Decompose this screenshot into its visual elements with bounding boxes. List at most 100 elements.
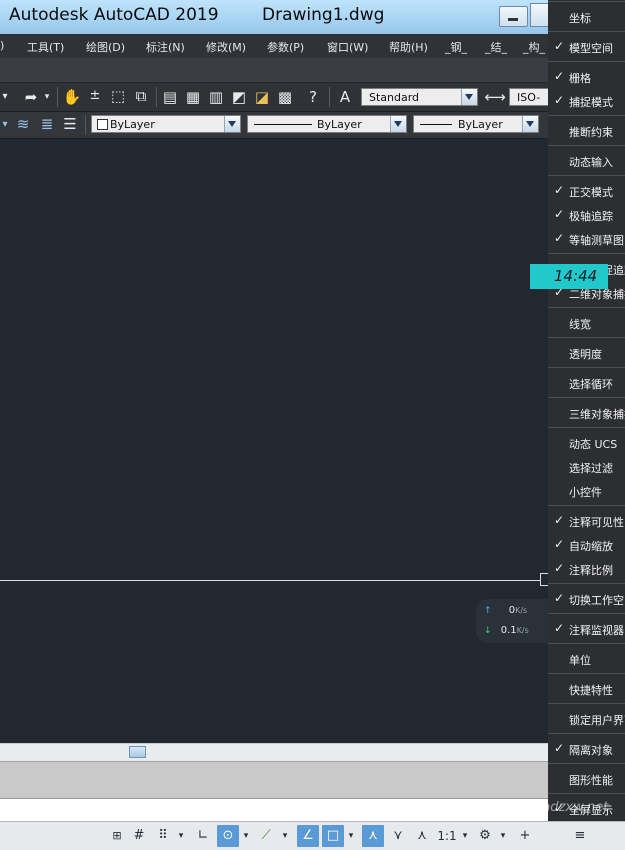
isodraft-dropdown-icon[interactable]: ▾ xyxy=(279,825,291,847)
checkmark-icon: ✓ xyxy=(554,231,565,245)
menu-item-structure[interactable]: _结_ xyxy=(485,39,507,55)
menu-item-construct[interactable]: _构_ xyxy=(523,39,545,55)
menu-item[interactable]: 锁定用户界面 xyxy=(548,707,625,731)
menu-item[interactable]: ✓ 极轴追踪 xyxy=(548,203,625,227)
polar-dropdown-icon[interactable]: ▾ xyxy=(240,825,252,847)
menu-item-modify[interactable]: 修改(M) xyxy=(206,39,246,55)
menu-item[interactable]: 三维对象捕捉 xyxy=(548,401,625,425)
menu-item[interactable]: 快捷特性 xyxy=(548,677,625,701)
checkmark-icon: ✓ xyxy=(554,513,565,527)
object-snap-tracking-icon[interactable]: ∠ xyxy=(297,825,319,847)
polar-tracking-icon[interactable]: ⊙ xyxy=(217,825,239,847)
menu-item-tools[interactable]: 工具(T) xyxy=(27,39,64,55)
linetype-value: ByLayer xyxy=(317,118,362,131)
zoom-window-icon[interactable]: ⬚ xyxy=(108,87,128,105)
drawing-area[interactable] xyxy=(0,139,548,743)
pan-icon[interactable]: ✋ xyxy=(62,88,82,106)
help-icon[interactable]: ? xyxy=(302,88,324,106)
minimize-button[interactable] xyxy=(499,6,528,27)
grid-icon[interactable]: # xyxy=(128,825,150,847)
ortho-icon[interactable]: ∟ xyxy=(193,825,213,847)
menu-item[interactable]: ✓ 注释监视器 xyxy=(548,617,625,641)
command-input[interactable] xyxy=(0,798,548,822)
text-style-dropdown[interactable]: Standard xyxy=(361,88,478,106)
properties-icon[interactable]: ▤ xyxy=(160,88,180,106)
menu-item-partial[interactable]: ) xyxy=(0,39,4,52)
make-current-layer-icon[interactable]: ≣ xyxy=(37,115,57,133)
chevron-down-icon xyxy=(390,116,406,132)
annotation-scale-icon[interactable]: ⋏ xyxy=(411,825,433,847)
horizontal-scrollbar[interactable] xyxy=(0,743,548,761)
menu-item[interactable]: ✓ 等轴测草图 xyxy=(548,227,625,251)
menu-item-label: 线宽 xyxy=(569,318,591,331)
dropdown-arrow-icon[interactable]: ▾ xyxy=(0,116,10,134)
menu-item[interactable]: ✓ 注释可见性 xyxy=(548,509,625,533)
sheet-set-icon[interactable]: ◩ xyxy=(229,88,249,106)
menu-item-steel[interactable]: _钢_ xyxy=(445,39,467,55)
gear-icon[interactable]: ⚙ xyxy=(474,825,496,847)
menu-item[interactable]: ✓ 隔离对象 xyxy=(548,737,625,761)
menu-item-draw[interactable]: 绘图(D) xyxy=(86,39,125,55)
menu-item[interactable]: 推断约束 xyxy=(548,119,625,143)
tool-palettes-icon[interactable]: ▥ xyxy=(206,88,226,106)
menu-item[interactable]: ✓ 捕捉模式 xyxy=(548,89,625,113)
menu-item[interactable]: 单位 xyxy=(548,647,625,671)
menu-item[interactable]: 选择循环 xyxy=(548,371,625,395)
menu-group: 图形性能 xyxy=(548,763,625,793)
snap-icon[interactable]: ⠿ xyxy=(152,825,174,847)
linetype-dropdown[interactable]: ByLayer xyxy=(247,115,407,133)
upload-unit: K/s xyxy=(515,606,528,615)
scale-dropdown-icon[interactable]: ▾ xyxy=(459,825,471,847)
add-icon[interactable]: + xyxy=(514,825,536,847)
model-space-icon[interactable]: ⊞ xyxy=(107,825,127,847)
zoom-realtime-icon[interactable]: ± xyxy=(85,87,105,105)
menu-item-window[interactable]: 窗口(W) xyxy=(327,39,368,55)
annotation-scale-value[interactable]: 1:1 xyxy=(436,825,458,847)
menu-item[interactable]: ✓ 模型空间 xyxy=(548,35,625,59)
calculator-icon[interactable]: ▩ xyxy=(275,88,295,106)
menu-item[interactable]: ✓ 切换工作空间 xyxy=(548,587,625,611)
menu-item[interactable]: 坐标 xyxy=(548,5,625,29)
menu-item[interactable]: ✓ 栅格 xyxy=(548,65,625,89)
snap-dropdown-icon[interactable]: ▾ xyxy=(175,825,187,847)
dimension-style-dropdown[interactable]: ISO- xyxy=(509,88,551,106)
markup-icon[interactable]: ◪ xyxy=(252,88,272,106)
zoom-previous-icon[interactable]: ⧉ xyxy=(131,87,151,105)
osnap-dropdown-icon[interactable]: ▾ xyxy=(345,825,357,847)
menu-item[interactable]: 透明度 xyxy=(548,341,625,365)
annotation-visibility-icon[interactable]: ⋏ xyxy=(362,825,384,847)
menu-item-dimension[interactable]: 标注(N) xyxy=(146,39,185,55)
layer-states-icon[interactable]: ≋ xyxy=(13,115,33,133)
text-style-icon[interactable]: A xyxy=(334,88,356,106)
menu-item[interactable]: ✓ 注释比例 xyxy=(548,557,625,581)
redo-dropdown-icon[interactable]: ▾ xyxy=(42,88,52,106)
redo-icon[interactable]: ➦ xyxy=(20,88,42,106)
color-swatch xyxy=(97,119,108,130)
menu-item[interactable]: ✓ 正交模式 xyxy=(548,179,625,203)
menu-item-label: 正交模式 xyxy=(569,186,613,199)
menu-group: 三维对象捕捉 xyxy=(548,397,625,427)
menu-item[interactable]: 动态输入 xyxy=(548,149,625,173)
dimension-style-icon[interactable]: ⟷ xyxy=(484,88,506,106)
menu-group: 动态 UCS 选择过滤 小控件 xyxy=(548,427,625,505)
color-dropdown[interactable]: ByLayer xyxy=(91,115,241,133)
layer-previous-icon[interactable]: ☰ xyxy=(60,115,80,133)
menu-item-help[interactable]: 帮助(H) xyxy=(389,39,428,55)
menu-item-parametric[interactable]: 参数(P) xyxy=(267,39,304,55)
app-title: Autodesk AutoCAD 2019 xyxy=(9,5,219,25)
customization-icon[interactable]: ≡ xyxy=(569,825,591,847)
scrollbar-thumb[interactable] xyxy=(129,746,146,758)
auto-scale-icon[interactable]: ⋎ xyxy=(387,825,409,847)
dropdown-arrow-icon[interactable]: ▾ xyxy=(0,88,10,106)
menu-item[interactable]: 图形性能 xyxy=(548,767,625,791)
menu-item[interactable]: ✓ 自动缩放 xyxy=(548,533,625,557)
design-center-icon[interactable]: ▦ xyxy=(183,88,203,106)
menu-item[interactable]: 线宽 xyxy=(548,311,625,335)
gear-dropdown-icon[interactable]: ▾ xyxy=(497,825,509,847)
lineweight-dropdown[interactable]: ByLayer xyxy=(413,115,539,133)
isodraft-icon[interactable]: ⟋ xyxy=(256,825,276,847)
object-snap-icon[interactable]: □ xyxy=(322,825,344,847)
menu-item[interactable]: 动态 UCS xyxy=(548,431,625,455)
menu-item[interactable]: 小控件 xyxy=(548,479,625,503)
menu-item[interactable]: 选择过滤 xyxy=(548,455,625,479)
